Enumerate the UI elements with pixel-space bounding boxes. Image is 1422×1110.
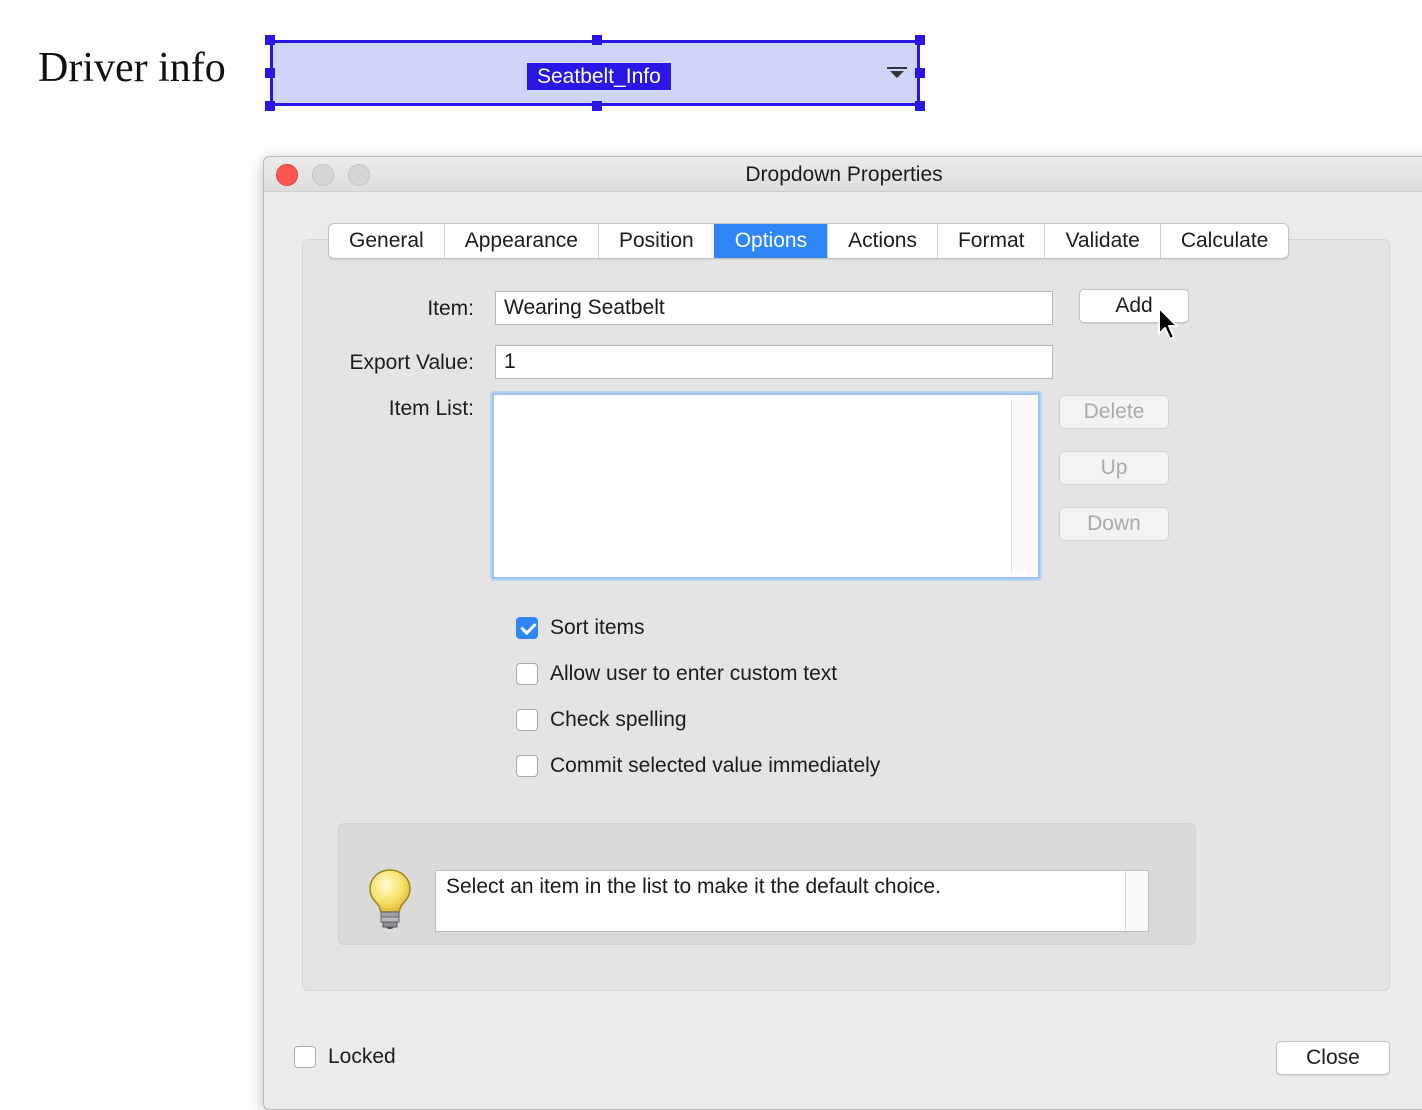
tab-appearance[interactable]: Appearance	[443, 224, 598, 258]
lightbulb-icon	[369, 869, 411, 929]
commit-immediately-checkbox[interactable]	[516, 755, 538, 777]
item-input[interactable]: Wearing Seatbelt	[495, 291, 1053, 325]
up-button[interactable]: Up	[1059, 451, 1169, 485]
resize-handle-w[interactable]	[265, 68, 275, 78]
item-list-scrollbar[interactable]	[1011, 399, 1034, 573]
locked-option[interactable]: Locked	[294, 1045, 396, 1069]
dropdown-form-field[interactable]: Seatbelt_Info	[265, 35, 925, 111]
tab-validate[interactable]: Validate	[1044, 224, 1159, 258]
tab-format[interactable]: Format	[936, 224, 1045, 258]
dialog-title: Dropdown Properties	[745, 163, 943, 186]
sort-items-option[interactable]: Sort items	[516, 615, 645, 641]
mouse-pointer-icon	[1158, 307, 1178, 340]
sort-items-label: Sort items	[550, 616, 645, 639]
item-list[interactable]	[492, 393, 1040, 579]
tab-position[interactable]: Position	[597, 224, 714, 258]
item-label: Item:	[427, 297, 474, 320]
check-spelling-label: Check spelling	[550, 708, 687, 731]
commit-immediately-label: Commit selected value immediately	[550, 754, 881, 777]
commit-immediately-option[interactable]: Commit selected value immediately	[516, 753, 880, 779]
down-button[interactable]: Down	[1059, 507, 1169, 541]
item-list-label: Item List:	[388, 397, 474, 420]
check-spelling-checkbox[interactable]	[516, 709, 538, 731]
page-label: Driver info	[38, 45, 226, 91]
resize-handle-nw[interactable]	[265, 35, 275, 45]
tab-actions[interactable]: Actions	[827, 224, 937, 258]
hint-scrollbar[interactable]	[1125, 871, 1148, 931]
locked-label: Locked	[328, 1045, 396, 1068]
custom-text-option[interactable]: Allow user to enter custom text	[516, 661, 837, 687]
resize-handle-se[interactable]	[915, 101, 925, 111]
hint-text: Select an item in the list to make it th…	[446, 875, 941, 898]
tab-options[interactable]: Options	[713, 224, 828, 258]
locked-checkbox[interactable]	[294, 1046, 316, 1068]
resize-handle-sw[interactable]	[265, 101, 275, 111]
resize-handle-e[interactable]	[915, 68, 925, 78]
resize-handle-n[interactable]	[592, 35, 602, 45]
custom-text-label: Allow user to enter custom text	[550, 662, 838, 685]
dropdown-properties-dialog: Dropdown Properties General Appearance P…	[263, 156, 1422, 1110]
check-spelling-option[interactable]: Check spelling	[516, 707, 687, 733]
close-button[interactable]: Close	[1276, 1041, 1390, 1075]
field-name-text: Seatbelt_Info	[527, 63, 671, 90]
hint-text-box: Select an item in the list to make it th…	[435, 870, 1149, 932]
title-bar[interactable]: Dropdown Properties	[264, 157, 1422, 192]
tab-general[interactable]: General	[329, 224, 444, 258]
export-value-input[interactable]: 1	[495, 345, 1053, 379]
tab-calculate[interactable]: Calculate	[1159, 224, 1289, 258]
export-value-label: Export Value:	[349, 351, 474, 374]
sort-items-checkbox[interactable]	[516, 617, 538, 639]
resize-handle-ne[interactable]	[915, 35, 925, 45]
delete-button[interactable]: Delete	[1059, 395, 1169, 429]
hint-box: Select an item in the list to make it th…	[338, 823, 1196, 945]
tab-bar: General Appearance Position Options Acti…	[328, 223, 1290, 259]
resize-handle-s[interactable]	[592, 101, 602, 111]
dropdown-arrow-icon[interactable]	[887, 67, 907, 79]
custom-text-checkbox[interactable]	[516, 663, 538, 685]
